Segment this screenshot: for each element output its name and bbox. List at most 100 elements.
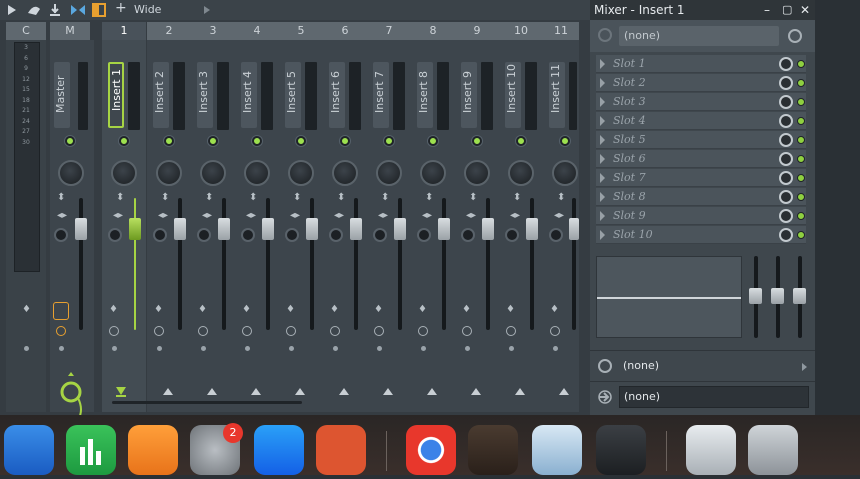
insert-name-11[interactable]: Insert 11 xyxy=(549,62,565,128)
swap-icon[interactable]: ◂▸ xyxy=(422,210,432,221)
stereo-icon[interactable]: ⬍ xyxy=(293,192,301,203)
insert-pan-knob-7[interactable] xyxy=(376,160,402,186)
swap-icon[interactable]: ◂▸ xyxy=(510,210,520,221)
effect-slot-9[interactable]: Slot 9 xyxy=(596,207,806,225)
slot-expand-icon[interactable] xyxy=(600,97,605,107)
slot-enable-led[interactable] xyxy=(797,60,805,68)
master-strip[interactable]: Master ⬍ ◂▸ xyxy=(50,40,94,420)
slot-mix-knob[interactable] xyxy=(779,171,793,185)
insert-pan-knob-2[interactable] xyxy=(156,160,182,186)
stereo-icon[interactable]: ⬍ xyxy=(116,192,124,203)
close-icon[interactable]: ✕ xyxy=(800,0,810,20)
window-icon[interactable] xyxy=(92,3,106,17)
route-down-arrow-icon[interactable] xyxy=(114,385,128,399)
swap-icon[interactable]: ◂▸ xyxy=(158,210,168,221)
slot-mix-knob[interactable] xyxy=(779,95,793,109)
route-up-arrow-icon[interactable] xyxy=(515,388,525,395)
insert-strip-6[interactable]: Insert 6 ⬍ ◂▸ ♦ xyxy=(323,40,367,412)
insert-pan-knob-11[interactable] xyxy=(552,160,578,186)
insert-route-dot-4[interactable] xyxy=(245,346,250,351)
insert-strip-5[interactable]: Insert 5 ⬍ ◂▸ ♦ xyxy=(279,40,323,412)
insert-sep-knob-8[interactable] xyxy=(417,228,431,242)
master-pan-knob[interactable] xyxy=(58,160,84,186)
slot-expand-icon[interactable] xyxy=(600,230,605,240)
effect-slot-1[interactable]: Slot 1 xyxy=(596,55,806,73)
insert-strip-9[interactable]: Insert 9 ⬍ ◂▸ ♦ xyxy=(455,40,499,412)
latency-clock-icon[interactable] xyxy=(56,326,66,336)
insert-name-1[interactable]: Insert 1 xyxy=(108,62,124,128)
latency-clock-icon[interactable] xyxy=(506,326,516,336)
insert-enable-led-10[interactable] xyxy=(516,136,526,146)
mic-icon[interactable]: ♦ xyxy=(330,304,339,315)
master-route-dot[interactable] xyxy=(59,346,64,351)
stereo-icon[interactable]: ⬍ xyxy=(57,192,65,203)
insert-strip-2[interactable]: Insert 2 ⬍ ◂▸ ♦ xyxy=(147,40,191,412)
input-row[interactable]: (none) xyxy=(590,350,815,380)
mic-icon[interactable]: ♦ xyxy=(22,304,31,315)
minimize-icon[interactable]: – xyxy=(764,0,770,20)
effect-slot-10[interactable]: Slot 10 xyxy=(596,226,806,244)
slot-enable-led[interactable] xyxy=(797,231,805,239)
latency-clock-icon[interactable] xyxy=(286,326,296,336)
record-arm-icon[interactable] xyxy=(53,302,69,320)
stereo-icon[interactable]: ⬍ xyxy=(381,192,389,203)
insert-route-dot-2[interactable] xyxy=(157,346,162,351)
insert-sep-knob-11[interactable] xyxy=(549,228,563,242)
slot-mix-knob[interactable] xyxy=(779,190,793,204)
latency-clock-icon[interactable] xyxy=(154,326,164,336)
mic-icon[interactable]: ♦ xyxy=(154,304,163,315)
insert-fader-1[interactable] xyxy=(129,218,141,240)
insert-route-dot-6[interactable] xyxy=(333,346,338,351)
stereo-icon[interactable]: ⬍ xyxy=(557,192,565,203)
insert-strip-8[interactable]: Insert 8 ⬍ ◂▸ ♦ xyxy=(411,40,455,412)
latency-clock-icon[interactable] xyxy=(242,326,252,336)
numbers-icon[interactable] xyxy=(66,425,116,475)
effect-slot-8[interactable]: Slot 8 xyxy=(596,188,806,206)
insert-pan-knob-8[interactable] xyxy=(420,160,446,186)
eq-low-fader[interactable] xyxy=(749,288,762,304)
eq-mid-fader[interactable] xyxy=(771,288,784,304)
swap-icon[interactable]: ◂▸ xyxy=(202,210,212,221)
insert-name-6[interactable]: Insert 6 xyxy=(329,62,345,128)
maximize-icon[interactable]: ▢ xyxy=(782,0,792,20)
slot-expand-icon[interactable] xyxy=(600,116,605,126)
output-selector[interactable]: (none) xyxy=(619,386,809,408)
insert-sep-knob-9[interactable] xyxy=(461,228,475,242)
output-row[interactable]: (none) xyxy=(590,381,815,411)
insert-strip-7[interactable]: Insert 7 ⬍ ◂▸ ♦ xyxy=(367,40,411,412)
caret-right-icon[interactable] xyxy=(802,363,807,371)
insert-enable-led-9[interactable] xyxy=(472,136,482,146)
insert-strip-10[interactable]: Insert 10 ⬍ ◂▸ ♦ xyxy=(499,40,543,412)
route-up-arrow-icon[interactable] xyxy=(295,388,305,395)
insert-name-9[interactable]: Insert 9 xyxy=(461,62,477,128)
insert-route-dot-5[interactable] xyxy=(289,346,294,351)
route-dot[interactable] xyxy=(24,346,29,351)
slot-enable-led[interactable] xyxy=(797,79,805,87)
insert-route-dot-7[interactable] xyxy=(377,346,382,351)
mic-icon[interactable]: ♦ xyxy=(286,304,295,315)
insert-enable-led-11[interactable] xyxy=(560,136,570,146)
insert-enable-led-5[interactable] xyxy=(296,136,306,146)
route-up-arrow-icon[interactable] xyxy=(339,388,349,395)
insert-sep-knob-4[interactable] xyxy=(241,228,255,242)
mic-icon[interactable]: ♦ xyxy=(550,304,559,315)
slot-enable-led[interactable] xyxy=(797,155,805,163)
insert-name-2[interactable]: Insert 2 xyxy=(153,62,169,128)
insert-route-dot-3[interactable] xyxy=(201,346,206,351)
eq-high-fader[interactable] xyxy=(793,288,806,304)
stereo-icon[interactable]: ⬍ xyxy=(513,192,521,203)
insert-pan-knob-9[interactable] xyxy=(464,160,490,186)
preset-selector[interactable]: (none) xyxy=(619,26,779,46)
effect-slot-3[interactable]: Slot 3 xyxy=(596,93,806,111)
time-icon[interactable] xyxy=(788,29,802,43)
mode-label[interactable]: Wide xyxy=(134,2,161,18)
insert-enable-led-7[interactable] xyxy=(384,136,394,146)
latency-clock-icon[interactable] xyxy=(374,326,384,336)
latency-clock-icon[interactable] xyxy=(462,326,472,336)
insert-sep-knob-7[interactable] xyxy=(373,228,387,242)
insert-pan-knob-10[interactable] xyxy=(508,160,534,186)
master-sep-knob[interactable] xyxy=(54,228,68,242)
eq-graph[interactable] xyxy=(596,256,742,338)
slot-expand-icon[interactable] xyxy=(600,135,605,145)
insert-name-8[interactable]: Insert 8 xyxy=(417,62,433,128)
